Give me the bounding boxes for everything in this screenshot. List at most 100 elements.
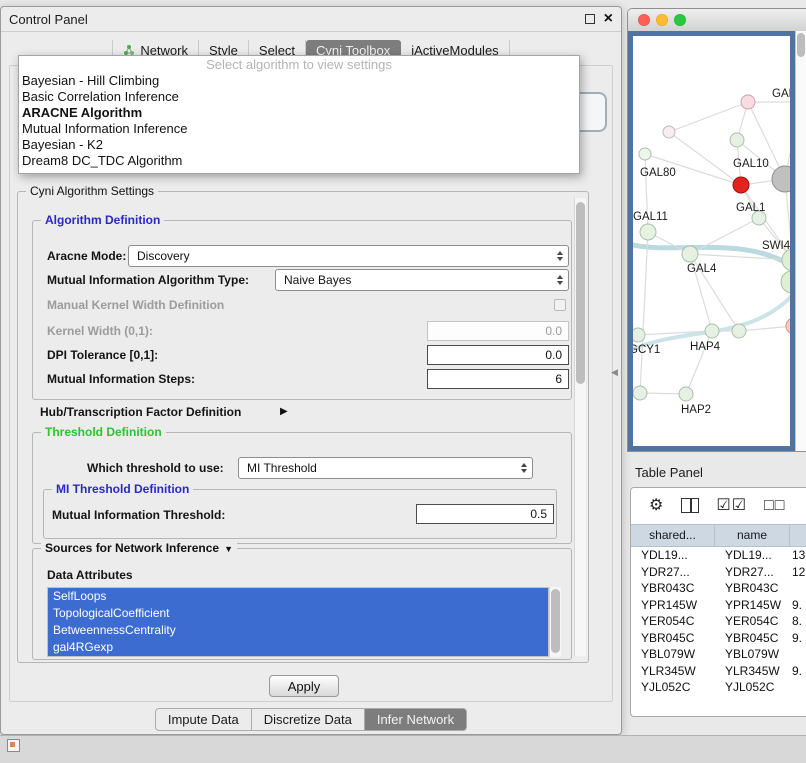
threshold-definition-title: Threshold Definition (41, 425, 166, 439)
network-node[interactable] (741, 95, 755, 109)
network-node[interactable] (663, 126, 675, 138)
data-attributes-list[interactable]: SelfLoopsTopologicalCoefficientBetweenne… (47, 587, 549, 657)
table-header-cell-2[interactable] (790, 525, 806, 546)
attribute-list-item-selfloops[interactable]: SelfLoops (48, 588, 548, 605)
network-node-gal10[interactable] (733, 177, 749, 193)
mi-threshold-field[interactable]: 0.5 (416, 504, 554, 524)
mi-algorithm-type-combo[interactable]: Naive Bayes (275, 269, 569, 291)
tab-discretize-data[interactable]: Discretize Data (252, 708, 365, 731)
table-row[interactable]: YDR27...YDR27...12 (631, 564, 806, 581)
table-body: YDL19...YDL19...13YDR27...YDR27...12YBR0… (631, 547, 806, 696)
table-row[interactable]: YJL052CYJL052C (631, 679, 806, 696)
network-canvas[interactable]: GAL80GAL10GAL11GAL1SWI4GAL4GCY1HAP4HAP2G… (628, 31, 795, 451)
table-row[interactable]: YPR145WYPR145W9. (631, 597, 806, 614)
algorithm-definition-group: Algorithm Definition Aracne Mode: Discov… (32, 220, 572, 400)
control-panel-titlebar[interactable]: Control Panel × (1, 7, 621, 32)
attribute-list-scrollbar[interactable] (549, 587, 561, 657)
network-node-gal4[interactable] (682, 246, 698, 262)
table-cell: YER054C (715, 613, 790, 630)
table-header-row: shared...name (631, 524, 806, 547)
unchecked-boxes-icon[interactable]: □□ (764, 498, 785, 514)
table-row[interactable]: YLR345WYLR345W9. (631, 663, 806, 680)
which-threshold-combo[interactable]: MI Threshold (238, 457, 533, 479)
network-node-label: GCY1 (633, 344, 660, 356)
control-panel-title: Control Panel (9, 12, 88, 27)
close-icon[interactable]: × (604, 13, 613, 25)
network-node-hap4[interactable] (705, 324, 719, 338)
manual-kernel-width-label: Manual Kernel Width Definition (47, 297, 224, 313)
network-node-gcy1[interactable] (633, 328, 645, 342)
table-row[interactable]: YBR045CYBR045C9. (631, 630, 806, 647)
aracne-mode-combo[interactable]: Discovery (128, 245, 569, 267)
table-row[interactable]: YBR043CYBR043C (631, 580, 806, 597)
checked-boxes-icon[interactable]: ☑☑ (716, 498, 747, 514)
network-window-titlebar[interactable] (628, 9, 806, 32)
settings-panel-scrollbar[interactable] (574, 198, 586, 656)
table-panel-title: Table Panel (635, 465, 703, 480)
attribute-list-item-topologicalcoefficient[interactable]: TopologicalCoefficient (48, 605, 548, 622)
network-node[interactable] (730, 133, 744, 147)
scrollbar-thumb[interactable] (797, 33, 805, 57)
kernel-width-field[interactable]: 0.0 (427, 321, 569, 341)
tab-impute-data[interactable]: Impute Data (155, 708, 252, 731)
algorithm-option-aracne-algorithm[interactable]: ARACNE Algorithm (19, 105, 579, 121)
algorithm-option-bayesian-hill-climbing[interactable]: Bayesian - Hill Climbing (19, 73, 579, 89)
table-cell (790, 646, 806, 663)
network-node[interactable] (781, 271, 795, 293)
minimize-traffic-light-icon[interactable] (656, 14, 668, 26)
kernel-width-label: Kernel Width (0,1): (47, 323, 153, 339)
network-edge[interactable] (640, 232, 648, 393)
panel-splitter-arrow[interactable]: ◀ (611, 367, 618, 378)
table-panel: ⚙ ☑☑ □□ shared...name YDL19...YDL19...13YD… (630, 487, 806, 717)
table-row[interactable]: YDL19...YDL19...13 (631, 547, 806, 564)
mi-steps-field[interactable]: 6 (427, 369, 569, 389)
apply-button[interactable]: Apply (269, 675, 339, 697)
aracne-mode-value: Discovery (129, 249, 552, 263)
network-node-label: GAL10 (733, 158, 769, 170)
network-node-hap2[interactable] (679, 387, 693, 401)
scrollbar-thumb[interactable] (576, 202, 585, 384)
network-node-gal11[interactable] (640, 224, 656, 240)
network-node-label: GAL (772, 88, 795, 100)
table-header-cell-name[interactable]: name (715, 525, 790, 546)
scrollbar-thumb[interactable] (551, 589, 560, 653)
table-header-cell-shared[interactable]: shared... (631, 525, 715, 546)
network-node[interactable] (772, 166, 795, 192)
expand-right-triangle-icon[interactable]: ▶ (280, 406, 288, 417)
dpi-tolerance-field[interactable]: 0.0 (427, 345, 569, 365)
manual-kernel-width-checkbox[interactable] (554, 299, 566, 311)
gear-icon[interactable]: ⚙ (649, 498, 664, 514)
table-columns-icon[interactable] (681, 498, 699, 513)
algorithm-definition-title: Algorithm Definition (41, 213, 164, 227)
network-edge[interactable] (669, 102, 748, 132)
minimized-window-icon[interactable] (7, 739, 20, 752)
network-node-swi4[interactable] (782, 249, 795, 271)
close-traffic-light-icon[interactable] (638, 14, 650, 26)
network-node-gal80[interactable] (639, 148, 651, 160)
sources-group: Sources for Network Inference▼ Data Attr… (32, 548, 572, 660)
network-node[interactable] (633, 386, 647, 400)
network-vertical-scrollbar[interactable] (795, 31, 806, 451)
which-threshold-label: Which threshold to use: (87, 460, 224, 476)
algorithm-option-basic-correlation-inference[interactable]: Basic Correlation Inference (19, 89, 579, 105)
attribute-list-item-betweennesscentrality[interactable]: BetweennessCentrality (48, 622, 548, 639)
algorithm-option-bayesian-k2[interactable]: Bayesian - K2 (19, 137, 579, 153)
algorithm-option-dream8-dc-tdc-algorithm[interactable]: Dream8 DC_TDC Algorithm (19, 153, 579, 169)
network-node-label: GAL1 (736, 202, 765, 214)
zoom-traffic-light-icon[interactable] (674, 14, 686, 26)
float-window-icon[interactable] (585, 14, 595, 24)
table-cell: YJL052C (715, 679, 790, 696)
table-cell: YDL19... (631, 547, 715, 564)
tab-infer-network[interactable]: Infer Network (365, 708, 467, 731)
table-row[interactable]: YER054CYER054C8. (631, 613, 806, 630)
sources-title[interactable]: Sources for Network Inference▼ (41, 541, 237, 555)
table-cell: YPR145W (631, 597, 715, 614)
combo-stepper-icon (516, 458, 532, 478)
algorithm-option-mutual-information-inference[interactable]: Mutual Information Inference (19, 121, 579, 137)
network-node[interactable] (786, 318, 795, 334)
network-node[interactable] (732, 324, 746, 338)
hub-section-label[interactable]: Hub/Transcription Factor Definition (40, 404, 241, 420)
table-row[interactable]: YBL079WYBL079W (631, 646, 806, 663)
network-node-label: GAL11 (633, 211, 668, 223)
attribute-list-item-gal4rgexp[interactable]: gal4RGexp (48, 639, 548, 656)
